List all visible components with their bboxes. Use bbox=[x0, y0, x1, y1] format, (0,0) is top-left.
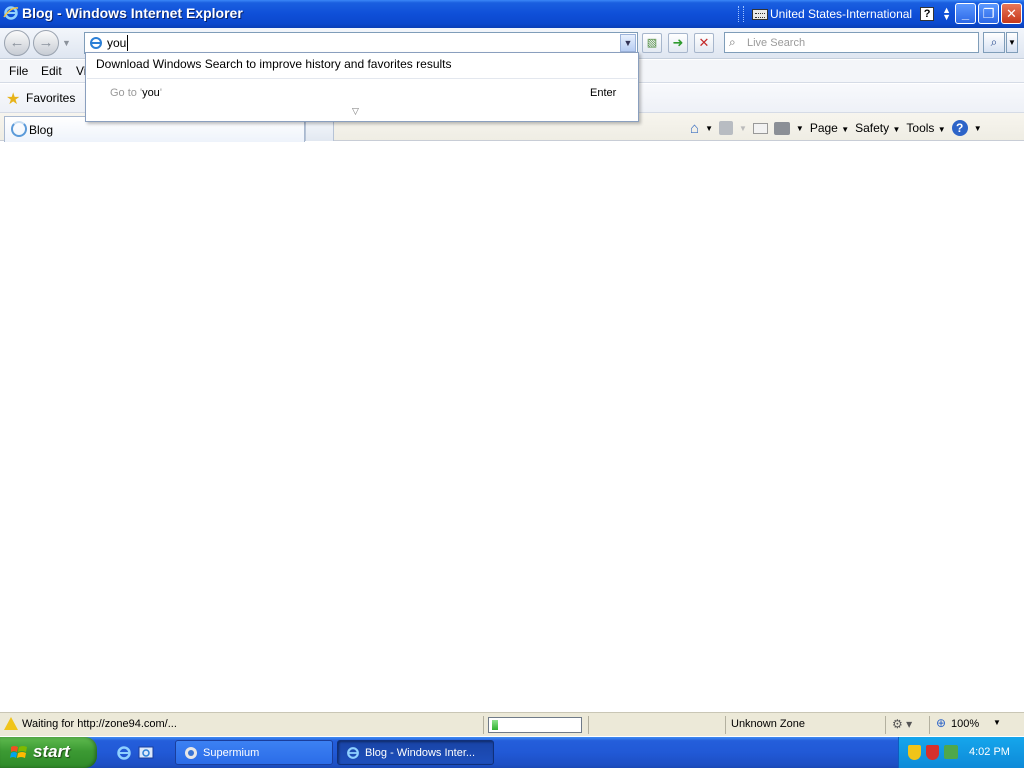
language-label[interactable]: United States-International bbox=[770, 7, 912, 21]
safety-menu[interactable]: Safety ▼ bbox=[855, 121, 900, 135]
go-to-term: you bbox=[142, 87, 160, 99]
favorites-button[interactable]: Favorites bbox=[26, 91, 75, 105]
minimize-button[interactable]: _ bbox=[955, 3, 976, 24]
address-input[interactable]: you bbox=[107, 36, 126, 50]
print-dropdown[interactable]: ▼ bbox=[796, 124, 804, 133]
search-icon: ⌕ bbox=[729, 35, 736, 49]
close-button[interactable]: ✕ bbox=[1001, 3, 1022, 24]
help-icon[interactable]: ? bbox=[920, 7, 935, 21]
status-divider bbox=[885, 716, 886, 734]
download-windows-search-link[interactable]: Download Windows Search to improve histo… bbox=[96, 57, 452, 71]
protected-mode-icon[interactable]: ⚙ ▾ bbox=[892, 717, 912, 731]
go-to-prefix: Go to ' bbox=[110, 87, 143, 99]
expand-suggestions-icon[interactable]: ▽ bbox=[352, 106, 359, 117]
help-dropdown[interactable]: ▼ bbox=[974, 124, 982, 133]
ie-icon bbox=[347, 746, 359, 759]
stop-icon: ✕ bbox=[698, 35, 710, 50]
start-label: start bbox=[33, 742, 70, 761]
task-label: Blog - Windows Inter... bbox=[365, 746, 476, 759]
forward-button[interactable]: → bbox=[33, 30, 59, 56]
status-text: Waiting for http://zone94.com/... bbox=[22, 718, 177, 730]
page-icon bbox=[90, 37, 102, 49]
go-to-suggestion[interactable]: Go to 'you' bbox=[110, 87, 162, 99]
taskbar: start Supermium Blog - Windows Inter... … bbox=[0, 737, 1024, 768]
title-bar[interactable]: Blog - Windows Internet Explorer United … bbox=[0, 0, 1024, 28]
go-arrow-icon: ➜ bbox=[672, 35, 684, 50]
language-bar-grip[interactable] bbox=[738, 6, 744, 22]
safety-menu-label: Safety bbox=[855, 121, 890, 135]
loading-icon bbox=[11, 121, 27, 137]
progress-fill bbox=[492, 720, 498, 730]
clock[interactable]: 4:02 PM bbox=[969, 746, 1010, 758]
status-divider bbox=[725, 716, 726, 734]
go-to-suffix: ' bbox=[159, 87, 162, 99]
task-label: Supermium bbox=[203, 746, 260, 759]
taskbar-item-supermium[interactable]: Supermium bbox=[175, 740, 333, 765]
language-bar-options-icon[interactable]: ▲ ▼ bbox=[942, 6, 951, 22]
page-menu[interactable]: Page ▼ bbox=[810, 121, 849, 135]
go-button[interactable]: ➜ bbox=[668, 33, 688, 53]
status-bar: Waiting for http://zone94.com/... Unknow… bbox=[0, 712, 1024, 736]
zoom-icon[interactable]: ⊕ bbox=[936, 716, 946, 730]
restore-button[interactable]: ❐ bbox=[978, 3, 999, 24]
feeds-icon[interactable] bbox=[718, 121, 733, 135]
system-tray: 4:02 PM bbox=[898, 737, 1024, 768]
security-zone[interactable]: Unknown Zone bbox=[731, 718, 805, 730]
shield-icon[interactable] bbox=[908, 745, 921, 760]
home-icon[interactable]: ⌂ bbox=[690, 120, 699, 137]
help-icon[interactable]: ? bbox=[951, 120, 968, 136]
back-arrow-icon: ← bbox=[9, 34, 25, 51]
status-divider bbox=[588, 716, 589, 734]
taskbar-item-blog[interactable]: Blog - Windows Inter... bbox=[337, 740, 494, 765]
dropdown-arrow-icon[interactable]: ▼ bbox=[620, 34, 636, 52]
status-divider bbox=[929, 716, 930, 734]
address-autocomplete-dropdown: Download Windows Search to improve histo… bbox=[85, 52, 639, 122]
print-icon[interactable] bbox=[773, 121, 790, 135]
ie-icon[interactable] bbox=[3, 5, 19, 21]
page-menu-label: Page bbox=[809, 121, 838, 135]
stop-button[interactable]: ✕ bbox=[694, 33, 714, 53]
recent-pages-dropdown[interactable]: ▼ bbox=[62, 38, 71, 48]
window-title: Blog - Windows Internet Explorer bbox=[22, 5, 243, 21]
keyboard-icon[interactable] bbox=[752, 8, 768, 20]
search-button[interactable]: ⌕ bbox=[983, 32, 1005, 53]
address-bar[interactable]: you ▼ bbox=[84, 32, 638, 54]
tab-label: Blog bbox=[29, 123, 54, 137]
mail-icon[interactable] bbox=[752, 122, 768, 134]
menu-edit[interactable]: Edit bbox=[41, 64, 62, 78]
enter-hint: Enter bbox=[590, 87, 617, 99]
language-bar[interactable]: United States-International ? ▲ ▼ bbox=[738, 3, 952, 25]
feeds-dropdown[interactable]: ▼ bbox=[739, 124, 747, 133]
search-options-dropdown[interactable]: ▼ bbox=[1006, 32, 1018, 53]
tools-menu-label: Tools bbox=[906, 121, 935, 135]
page-content[interactable] bbox=[0, 142, 1024, 712]
zoom-level[interactable]: 100% bbox=[951, 718, 979, 730]
status-divider bbox=[483, 716, 484, 734]
text-caret bbox=[127, 35, 128, 51]
supermium-icon bbox=[185, 746, 197, 759]
forward-arrow-icon: → bbox=[38, 34, 54, 51]
search-placeholder[interactable]: Live Search bbox=[747, 37, 805, 49]
search-icon: ⌕ bbox=[990, 35, 998, 49]
ie-icon[interactable] bbox=[116, 745, 132, 761]
windows-flag-icon bbox=[10, 746, 27, 758]
zoom-dropdown[interactable]: ▼ bbox=[993, 718, 1001, 727]
warning-icon bbox=[4, 717, 18, 730]
security-alert-icon[interactable] bbox=[926, 745, 939, 760]
home-dropdown[interactable]: ▼ bbox=[705, 124, 713, 133]
start-button[interactable]: start bbox=[0, 737, 97, 768]
separator bbox=[87, 78, 637, 79]
search-field[interactable]: ⌕ Live Search bbox=[724, 32, 979, 53]
compatibility-view-button[interactable]: ▧ bbox=[642, 33, 662, 53]
back-button[interactable]: ← bbox=[4, 30, 30, 56]
star-icon[interactable]: ★ bbox=[6, 89, 20, 109]
menu-file[interactable]: File bbox=[9, 64, 28, 78]
progress-bar bbox=[488, 717, 582, 733]
command-bar: ⌂ ▼ ▼ ▼ Page ▼ Safety ▼ Tools ▼ ? ▼ bbox=[690, 118, 982, 138]
network-icon[interactable] bbox=[944, 745, 958, 759]
tools-menu[interactable]: Tools ▼ bbox=[906, 121, 945, 135]
compatibility-icon: ▧ bbox=[646, 37, 658, 49]
show-desktop-icon[interactable] bbox=[138, 745, 154, 761]
